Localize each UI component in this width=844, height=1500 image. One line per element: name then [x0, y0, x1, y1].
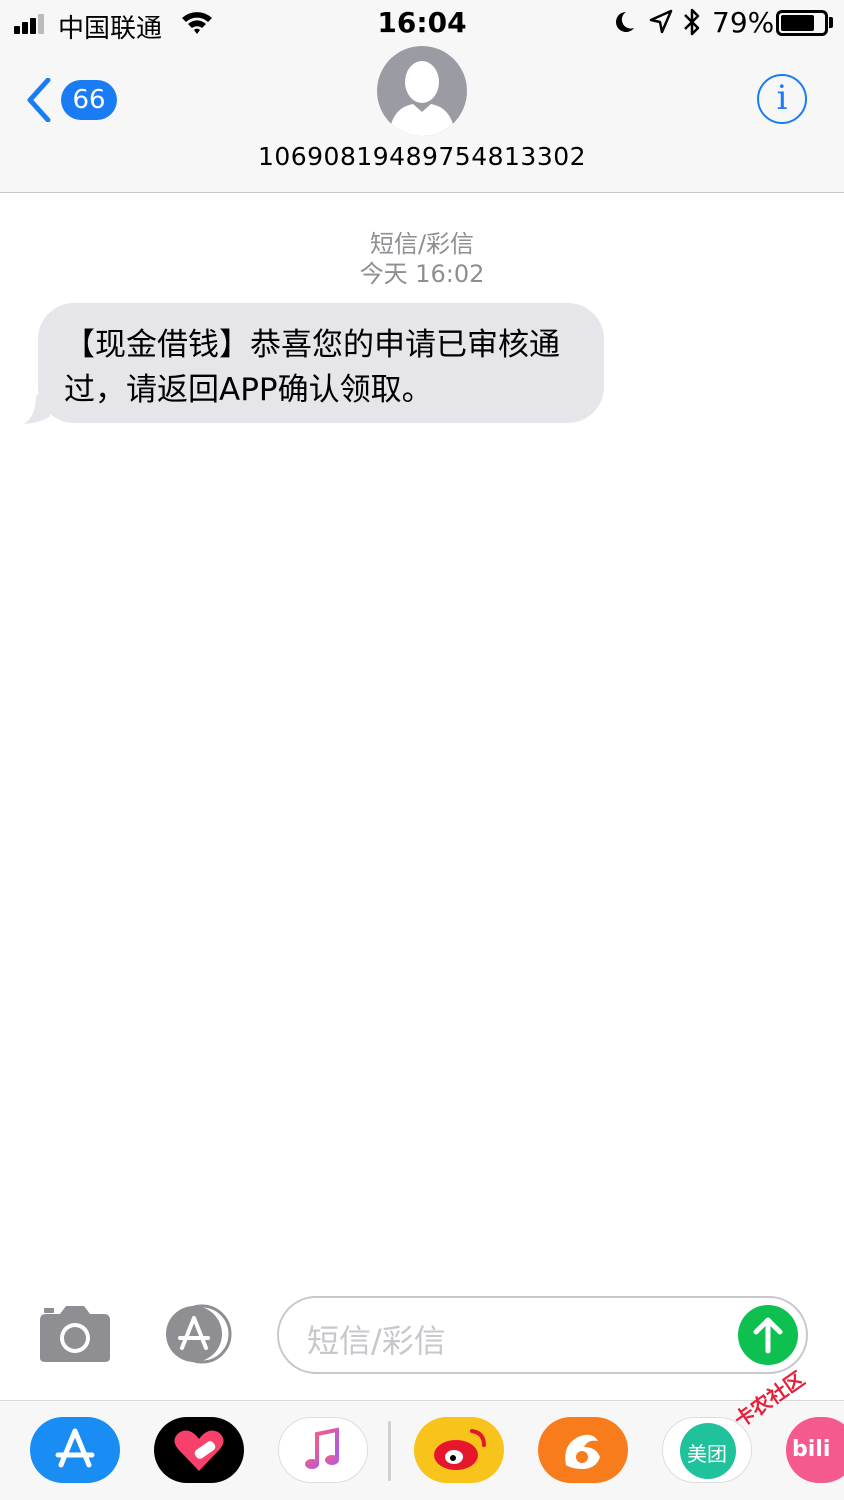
- meituan-label: 美团: [687, 1442, 727, 1466]
- squirrel-icon[interactable]: [538, 1417, 628, 1483]
- send-button[interactable]: [738, 1305, 798, 1365]
- heart-icon[interactable]: [154, 1417, 244, 1483]
- unread-badge: 66: [61, 80, 117, 120]
- info-icon: i: [776, 78, 788, 118]
- status-bar: 中国联通 16:04 79%: [0, 0, 844, 46]
- chevron-left-icon: [27, 78, 51, 122]
- avatar[interactable]: [377, 46, 467, 136]
- battery-icon: [776, 10, 828, 36]
- weibo-icon[interactable]: [414, 1417, 504, 1483]
- message-input-placeholder: 短信/彩信: [307, 1322, 446, 1360]
- back-button[interactable]: 66: [24, 76, 124, 124]
- messages-screen: 中国联通 16:04 79% 66 10690819489754813302 i…: [0, 0, 844, 1500]
- compose-bar: 短信/彩信: [0, 1290, 844, 1400]
- bilibili-icon[interactable]: bili: [786, 1417, 844, 1483]
- do-not-disturb-icon: [616, 12, 634, 32]
- battery-cap: [829, 17, 833, 28]
- camera-icon[interactable]: [38, 1304, 112, 1364]
- message-input[interactable]: 短信/彩信: [277, 1296, 808, 1374]
- location-arrow-icon: [649, 9, 673, 34]
- music-note-icon[interactable]: [278, 1417, 368, 1483]
- drawer-divider: [388, 1421, 391, 1481]
- app-store-icon[interactable]: [30, 1417, 120, 1483]
- meituan-icon[interactable]: 美团: [662, 1417, 752, 1483]
- imessage-app-drawer: 美团 bili: [0, 1400, 844, 1500]
- battery-percent: 79%: [712, 6, 775, 39]
- info-button[interactable]: i: [757, 74, 807, 124]
- incoming-message-bubble[interactable]: 【现金借钱】恭喜您的申请已审核通过，请返回APP确认领取。: [38, 303, 604, 423]
- app-drawer-button[interactable]: [158, 1304, 238, 1364]
- arrow-up-icon: [753, 1317, 783, 1354]
- contact-number[interactable]: 10690819489754813302: [0, 142, 844, 171]
- conversation-header: 66 10690819489754813302 i: [0, 46, 844, 193]
- bluetooth-icon: [684, 8, 700, 36]
- message-timestamp: 今天 16:02: [359, 260, 485, 288]
- bilibili-label: bili: [792, 1437, 831, 1462]
- person-silhouette-icon: [389, 61, 455, 136]
